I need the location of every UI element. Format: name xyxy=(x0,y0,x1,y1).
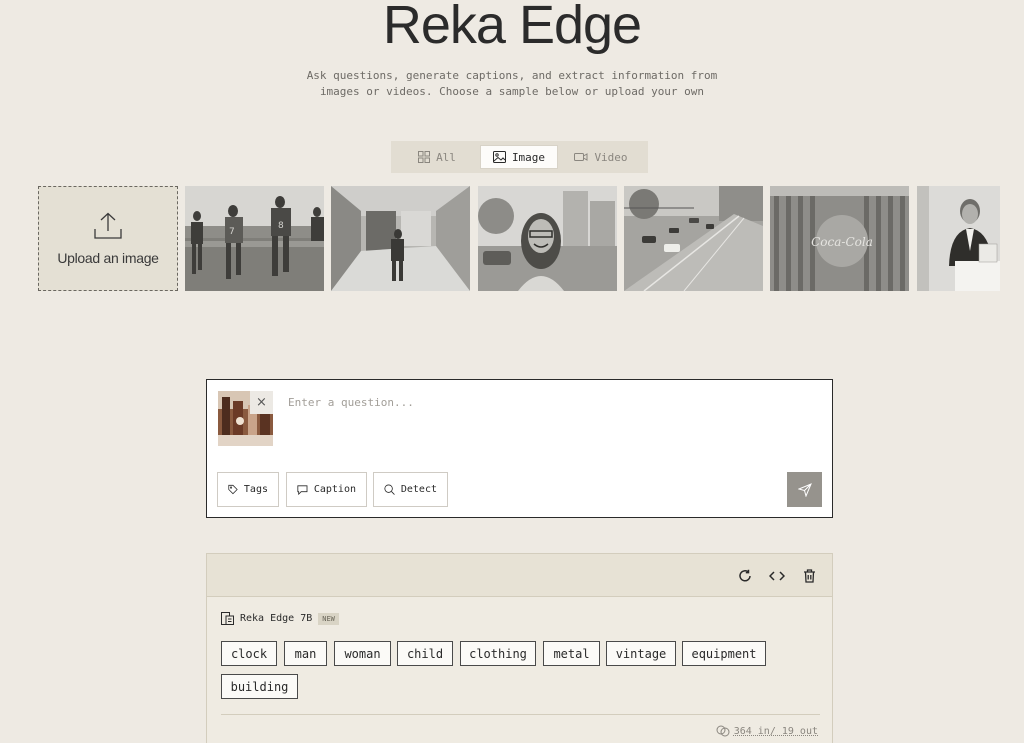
tag-chip: woman xyxy=(334,641,391,666)
search-icon xyxy=(384,484,395,495)
tag-chip: building xyxy=(221,674,298,699)
tag-icon xyxy=(228,484,238,495)
token-usage: 364 in/ 19 out xyxy=(716,725,818,737)
result-card: Reka Edge 7B NEW clock man woman child c… xyxy=(206,553,833,743)
model-name: Reka Edge 7B xyxy=(240,613,313,624)
filter-tab-image-label: Image xyxy=(511,150,546,164)
svg-text:8: 8 xyxy=(278,221,284,231)
page-title: Reka Edge xyxy=(382,0,642,55)
filter-tab-video-label: Video xyxy=(594,150,628,164)
tag-chip: equipment xyxy=(682,641,766,666)
video-icon xyxy=(574,153,588,161)
grid-icon xyxy=(418,151,431,163)
tag-chip: clothing xyxy=(460,641,536,666)
caption-button-label: Caption xyxy=(313,484,356,495)
result-divider xyxy=(221,714,820,715)
send-button[interactable] xyxy=(787,472,822,507)
subtitle-line-2: images or videos. Choose a sample below … xyxy=(319,85,705,98)
sample-smiling-woman[interactable] xyxy=(478,186,617,291)
question-composer: × Tags Caption Detect xyxy=(206,379,833,518)
sample-office-corridor[interactable] xyxy=(331,186,470,291)
model-icon xyxy=(221,612,234,625)
filter-tab-all[interactable]: All xyxy=(394,145,480,169)
model-label: Reka Edge 7B NEW xyxy=(221,612,339,625)
svg-text:7: 7 xyxy=(229,227,235,237)
remove-attachment-button[interactable]: × xyxy=(250,391,273,414)
upload-label: Upload an image xyxy=(57,249,159,266)
subtitle-line-1: Ask questions, generate captions, and ex… xyxy=(306,69,718,82)
page-subtitle: Ask questions, generate captions, and ex… xyxy=(262,68,762,100)
tag-chip: vintage xyxy=(606,641,676,666)
refresh-icon xyxy=(739,569,751,582)
code-icon xyxy=(769,571,785,581)
result-header xyxy=(207,554,832,597)
caption-button[interactable]: Caption xyxy=(286,472,367,507)
tag-chip: child xyxy=(397,641,453,666)
message-icon xyxy=(297,484,308,495)
detect-button[interactable]: Detect xyxy=(373,472,448,507)
upload-image-button[interactable]: Upload an image xyxy=(38,186,178,291)
token-usage-text: 364 in/ 19 out xyxy=(733,725,818,737)
sample-coca-cola-sign[interactable]: Coca-Cola xyxy=(770,186,909,291)
tags-button[interactable]: Tags xyxy=(217,472,279,507)
trash-icon xyxy=(803,569,815,583)
filter-tab-all-label: All xyxy=(436,150,456,164)
view-code-button[interactable] xyxy=(768,567,786,585)
sample-street-traffic[interactable] xyxy=(624,186,763,291)
image-icon xyxy=(492,151,506,163)
tag-chip: metal xyxy=(543,641,600,666)
sample-businessman[interactable] xyxy=(917,186,1000,291)
send-icon xyxy=(797,482,812,497)
tag-chip: clock xyxy=(221,641,277,666)
filter-tab-video[interactable]: Video xyxy=(558,145,644,169)
upload-icon xyxy=(94,212,122,239)
svg-text:Coca-Cola: Coca-Cola xyxy=(811,235,873,249)
tags-button-label: Tags xyxy=(243,484,268,495)
coins-icon xyxy=(716,725,730,737)
question-input[interactable] xyxy=(288,390,808,414)
sample-soccer-players[interactable]: 7 8 xyxy=(185,186,324,291)
filter-tab-image[interactable]: Image xyxy=(480,145,558,169)
delete-button[interactable] xyxy=(800,567,818,585)
tag-chip: man xyxy=(284,641,327,666)
attached-image-thumbnail: × xyxy=(218,391,273,446)
regenerate-button[interactable] xyxy=(736,567,754,585)
new-badge: NEW xyxy=(318,612,339,625)
media-filter: All Image Video xyxy=(391,141,648,173)
detect-button-label: Detect xyxy=(400,484,437,495)
